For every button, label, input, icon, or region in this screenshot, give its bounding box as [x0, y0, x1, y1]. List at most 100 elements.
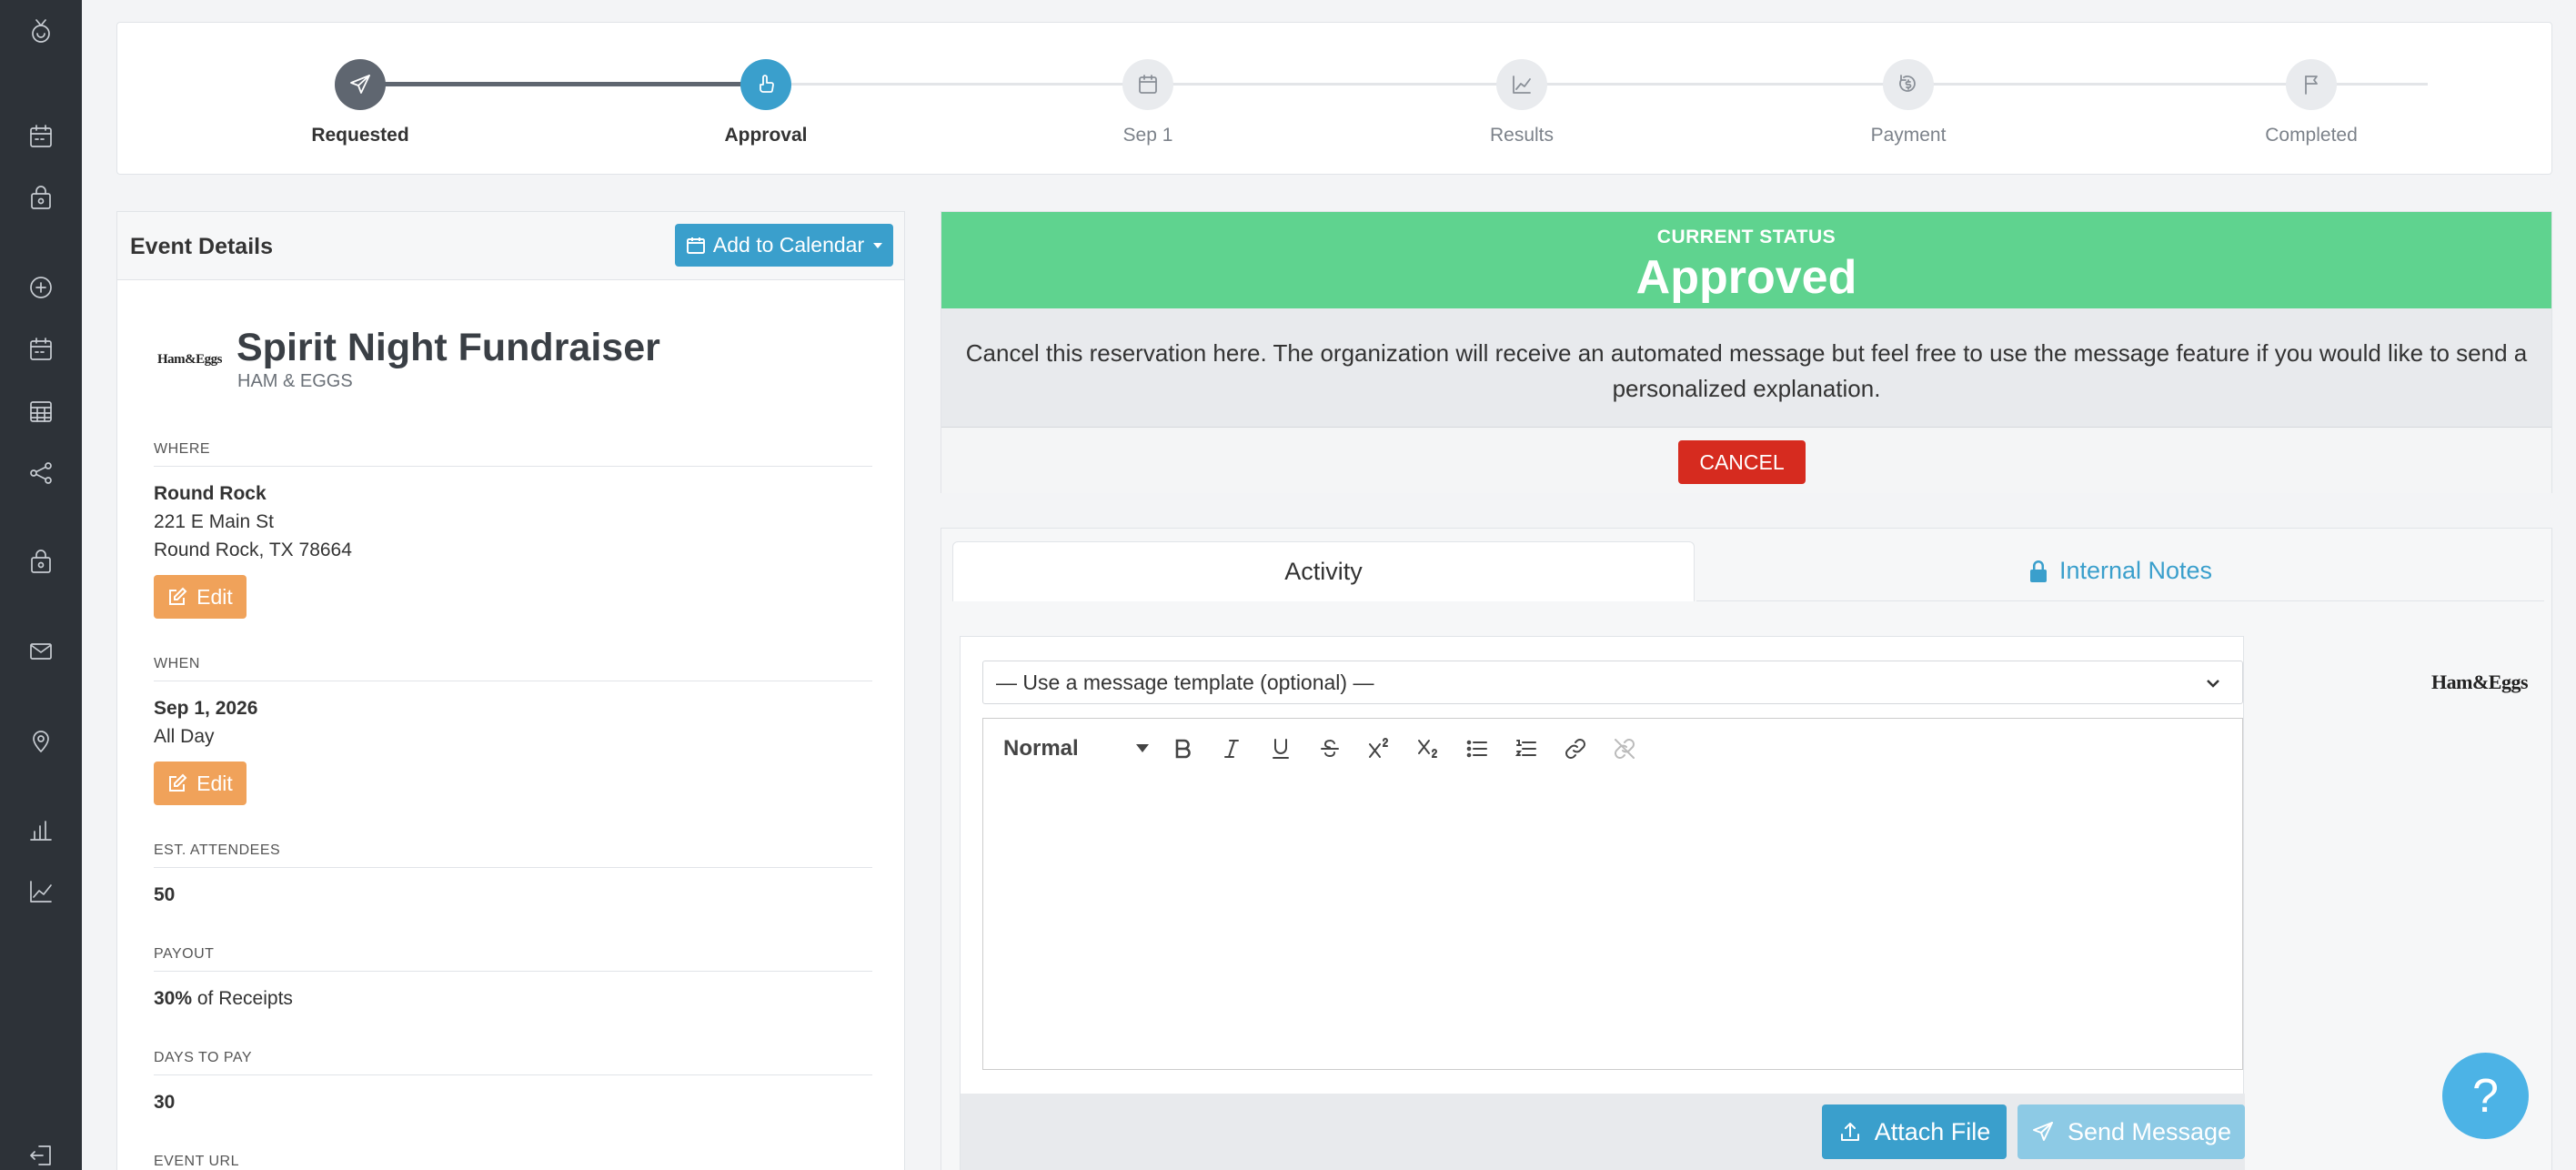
step-payment[interactable]: Payment [1817, 59, 1999, 146]
event-details-card: Event Details Add to Calendar Ham&Eggs S… [116, 211, 905, 1170]
location-icon[interactable] [23, 722, 59, 759]
edit-location-button[interactable]: Edit [154, 575, 247, 619]
days-to-pay-label: DAYS TO PAY [154, 1050, 872, 1075]
address-line-1: 221 E Main St [154, 511, 274, 532]
bag-icon[interactable] [23, 180, 59, 217]
strikethrough-icon [1321, 740, 1339, 757]
add-to-calendar-label: Add to Calendar [712, 233, 865, 257]
flag-icon [2286, 59, 2337, 110]
grid-calendar-icon[interactable] [23, 393, 59, 429]
thumb-icon [740, 59, 791, 110]
unlink-icon [1615, 739, 1635, 759]
payout-suffix: of Receipts [192, 988, 293, 1009]
unlink-button[interactable] [1600, 727, 1649, 771]
activity-card: Activity Internal Notes — Use a message … [941, 528, 2552, 1170]
calendar-icon [686, 237, 705, 254]
step-label: Approval [724, 125, 808, 146]
format-select[interactable]: Normal [994, 727, 1158, 771]
step-completed[interactable]: Completed [2220, 59, 2402, 146]
attach-file-button[interactable]: Attach File [1822, 1104, 2007, 1159]
italic-icon [1224, 740, 1239, 758]
step-label: Results [1489, 125, 1555, 146]
calendar-icon[interactable] [23, 118, 59, 155]
ordered-list-button[interactable] [1502, 727, 1551, 771]
tab-activity[interactable]: Activity [952, 541, 1695, 601]
chevron-down-icon [2207, 680, 2219, 688]
edit-label: Edit [196, 584, 233, 609]
composer-footer: Attach File Send Message [961, 1094, 2245, 1170]
editor-toolbar: Normal [982, 718, 2243, 780]
strike-button[interactable] [1305, 727, 1354, 771]
bullet-list-button[interactable] [1453, 727, 1502, 771]
underline-icon [1273, 739, 1289, 759]
edit-date-button[interactable]: Edit [154, 762, 247, 805]
status-message: Cancel this reservation here. The organi… [965, 339, 2528, 402]
payout-label: PAYOUT [154, 946, 872, 972]
org-logo: Ham&Eggs [157, 352, 223, 367]
cancel-reservation-button[interactable]: CANCEL [1678, 440, 1806, 484]
subscript-button[interactable] [1404, 727, 1453, 771]
caret-down-icon [1136, 744, 1149, 752]
calendar-icon [1122, 59, 1173, 110]
step-label: Requested [311, 125, 409, 146]
step-label: Completed [2265, 125, 2358, 146]
location-name: Round Rock [154, 483, 267, 504]
superscript-icon [1369, 738, 1389, 758]
add-to-calendar-button[interactable]: Add to Calendar [675, 224, 893, 267]
message-composer: — Use a message template (optional) — No… [960, 636, 2245, 1170]
lock-icon [2029, 560, 2047, 582]
when-label: WHEN [154, 656, 872, 681]
link-button[interactable] [1551, 727, 1600, 771]
superscript-button[interactable] [1354, 727, 1404, 771]
chart-icon [1496, 59, 1547, 110]
subscript-icon [1418, 740, 1438, 758]
event-date: Sep 1, 2026 [154, 698, 258, 719]
step-requested[interactable]: Requested [269, 59, 451, 146]
event-details-title: Event Details [130, 234, 274, 259]
bold-icon [1175, 739, 1191, 759]
org-name: HAM & EGGS [237, 371, 353, 391]
edit-icon [169, 587, 187, 605]
send-icon [335, 59, 386, 110]
address-line-2: Round Rock, TX 78664 [154, 540, 352, 560]
tab-internal-notes[interactable]: Internal Notes [1696, 541, 2544, 601]
app-logo-icon[interactable] [23, 13, 59, 49]
payout-value: 30% of Receipts [154, 984, 872, 1013]
status-footer: CANCEL [941, 427, 2551, 493]
event-url-section: EVENT URL [154, 1154, 872, 1170]
share-icon[interactable] [23, 455, 59, 491]
attach-file-label: Attach File [1874, 1117, 1991, 1145]
message-editor[interactable] [982, 779, 2243, 1070]
plus-circle-icon[interactable] [23, 269, 59, 306]
link-icon [1565, 739, 1585, 759]
help-button[interactable]: ? [2442, 1053, 2529, 1139]
where-section: WHERE Round Rock 221 E Main St Round Roc… [154, 441, 872, 619]
attendees-label: EST. ATTENDEES [154, 842, 872, 868]
italic-button[interactable] [1207, 727, 1256, 771]
step-date[interactable]: Sep 1 [1057, 59, 1239, 146]
event-details-header: Event Details Add to Calendar [117, 212, 904, 280]
attendees-value: 50 [154, 884, 176, 905]
step-results[interactable]: Results [1431, 59, 1613, 146]
mail-icon[interactable] [23, 633, 59, 670]
template-placeholder: — Use a message template (optional) — [996, 670, 1374, 694]
payout-section: PAYOUT 30% of Receipts [154, 946, 872, 1013]
bar-chart-icon[interactable] [23, 812, 59, 848]
org-logo: Ham&Eggs [2431, 671, 2529, 693]
event-time: All Day [154, 726, 215, 747]
status-heading: CURRENT STATUS [1656, 227, 1836, 247]
logout-icon[interactable] [23, 1137, 59, 1170]
status-card: CURRENT STATUS Approved Cancel this rese… [941, 211, 2552, 493]
line-chart-icon[interactable] [23, 873, 59, 910]
chevron-down-icon [873, 242, 883, 248]
edit-label: Edit [196, 771, 233, 795]
format-value: Normal [1003, 736, 1079, 761]
send-message-button[interactable]: Send Message [2018, 1104, 2245, 1159]
bold-button[interactable] [1158, 727, 1207, 771]
bag-icon[interactable] [23, 544, 59, 580]
underline-button[interactable] [1256, 727, 1305, 771]
payout-percent: 30% [154, 988, 193, 1009]
calendar-icon[interactable] [23, 331, 59, 368]
step-approval[interactable]: Approval [675, 59, 857, 146]
message-template-select[interactable]: — Use a message template (optional) — [982, 661, 2243, 704]
